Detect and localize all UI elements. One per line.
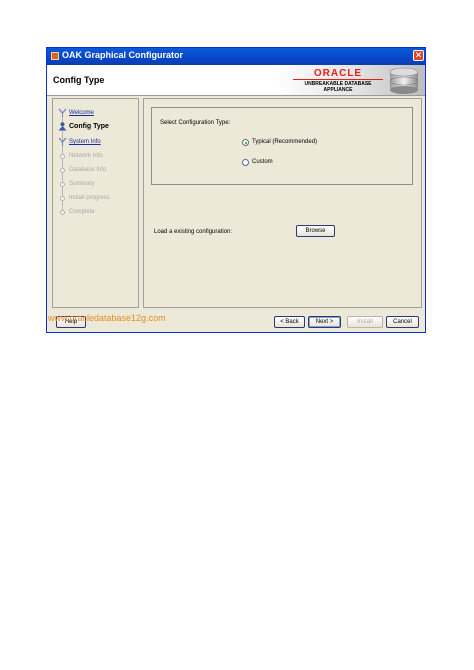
radio-typical-label[interactable]: Typical (Recommended) xyxy=(252,138,317,147)
page-title: Config Type xyxy=(53,75,105,85)
oracle-logo: ORACLE UNBREAKABLE DATABASE APPLIANCE xyxy=(275,65,425,95)
select-config-type-label: Select Configuration Type: xyxy=(160,120,231,126)
install-button: Install xyxy=(347,316,383,328)
nav-item-summary: Summary xyxy=(69,181,95,187)
step-done-icon xyxy=(58,108,67,117)
configurator-window: OAK Graphical Configurator ✕ Config Type… xyxy=(46,47,426,333)
nav-item-complete: Complete xyxy=(69,209,95,215)
load-config-label: Load a existing configuration: xyxy=(154,229,233,235)
content-panel: Select Configuration Type: Typical (Reco… xyxy=(143,98,422,308)
back-button[interactable]: < Back xyxy=(274,316,305,328)
step-dot-icon xyxy=(60,196,65,201)
browse-button[interactable]: Browse xyxy=(296,225,335,237)
step-dot-icon xyxy=(60,154,65,159)
app-icon xyxy=(51,52,59,60)
nav-item-system-info[interactable]: System Info xyxy=(69,137,101,147)
header-banner: Config Type ORACLE UNBREAKABLE DATABASE … xyxy=(47,65,425,96)
config-type-group: Select Configuration Type: Typical (Reco… xyxy=(151,107,413,185)
radio-checked-icon[interactable] xyxy=(242,139,249,146)
close-button[interactable]: ✕ xyxy=(413,50,424,61)
step-dot-icon xyxy=(60,168,65,173)
window-title: OAK Graphical Configurator xyxy=(62,50,184,60)
oracle-logo-text: ORACLE xyxy=(293,68,383,80)
current-step-icon xyxy=(58,122,67,131)
nav-item-config-type[interactable]: Config Type xyxy=(69,122,109,132)
nav-item-install-progress: Install progress xyxy=(69,195,110,201)
nav-item-network-info: Network Info xyxy=(69,153,103,159)
cancel-button[interactable]: Cancel xyxy=(386,316,419,328)
step-dot-icon xyxy=(60,210,65,215)
logo-subtitle-2: APPLIANCE xyxy=(323,87,353,93)
step-dot-icon xyxy=(60,182,65,187)
title-bar[interactable]: OAK Graphical Configurator ✕ xyxy=(47,48,425,65)
next-button[interactable]: Next > xyxy=(308,316,341,328)
database-disk-icon xyxy=(389,67,419,94)
wizard-steps-panel: Welcome Config Type System Info Network … xyxy=(52,98,139,308)
watermark-text: www.oracledatabase12g.com xyxy=(48,313,166,323)
nav-item-welcome[interactable]: Welcome xyxy=(69,108,94,118)
nav-item-database-info: Database Info xyxy=(69,167,107,173)
step-pending-icon xyxy=(58,137,67,146)
radio-unchecked-icon[interactable] xyxy=(242,159,249,166)
radio-custom-label[interactable]: Custom xyxy=(252,158,273,167)
